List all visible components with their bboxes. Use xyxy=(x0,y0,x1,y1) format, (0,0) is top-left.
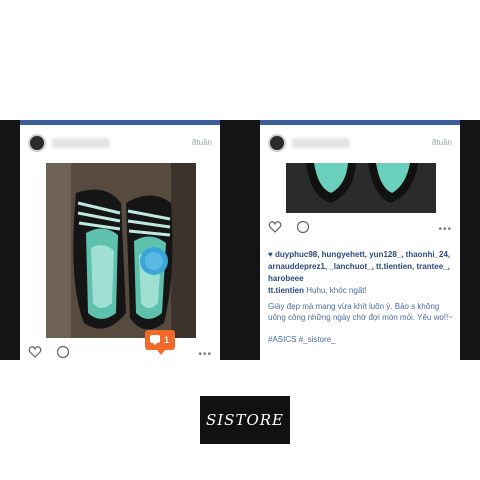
comment-icon[interactable] xyxy=(296,220,310,234)
post-header: 8tuần xyxy=(20,125,220,165)
comment-text: Huhu, khóc ngất! xyxy=(306,286,367,295)
sneaker-photo[interactable] xyxy=(46,163,196,338)
username-blurred xyxy=(52,138,110,148)
post-actions: ••• xyxy=(268,220,452,238)
post-timestamp: 8tuần xyxy=(191,138,212,147)
sistore-logo: SISTORE xyxy=(200,396,290,444)
heart-icon[interactable] xyxy=(28,345,42,359)
comment: tt.tientien Huhu, khóc ngất! xyxy=(268,285,454,296)
more-dots-icon[interactable]: ••• xyxy=(198,349,212,360)
more-dots-icon[interactable]: ••• xyxy=(438,224,452,235)
small-heart-icon: ♥ xyxy=(268,250,275,259)
likes-list[interactable]: ♥ duyphuc98, hungyehett, yun128_, thaonh… xyxy=(268,249,454,285)
username-blurred xyxy=(292,138,350,148)
comment-username[interactable]: tt.tientien xyxy=(268,286,304,295)
avatar[interactable] xyxy=(28,134,46,152)
post-timestamp: 8tuần xyxy=(431,138,452,147)
instagram-post-card-right: 8tuần ••• ♥ duyphuc98, hungyehett, yun12… xyxy=(260,120,460,360)
sneaker-photo-cropped[interactable] xyxy=(286,163,436,213)
instagram-post-card-left: 8tuần 1 ••• xyxy=(20,120,220,360)
hashtags[interactable]: #ASICS #_sistore_ xyxy=(268,335,336,344)
notification-count: 1 xyxy=(164,335,170,345)
post-header: 8tuần xyxy=(260,125,460,165)
post-actions: ••• xyxy=(28,345,212,360)
likes-names[interactable]: duyphuc98, hungyehett, yun128_, thaonhi_… xyxy=(268,250,450,283)
heart-icon[interactable] xyxy=(268,220,282,234)
speech-bubble-icon xyxy=(150,335,160,345)
caption-text: Giày đẹp mà mang vừa khít luôn ý. Bảo s … xyxy=(268,302,453,322)
comment-icon[interactable] xyxy=(56,345,70,359)
avatar[interactable] xyxy=(268,134,286,152)
